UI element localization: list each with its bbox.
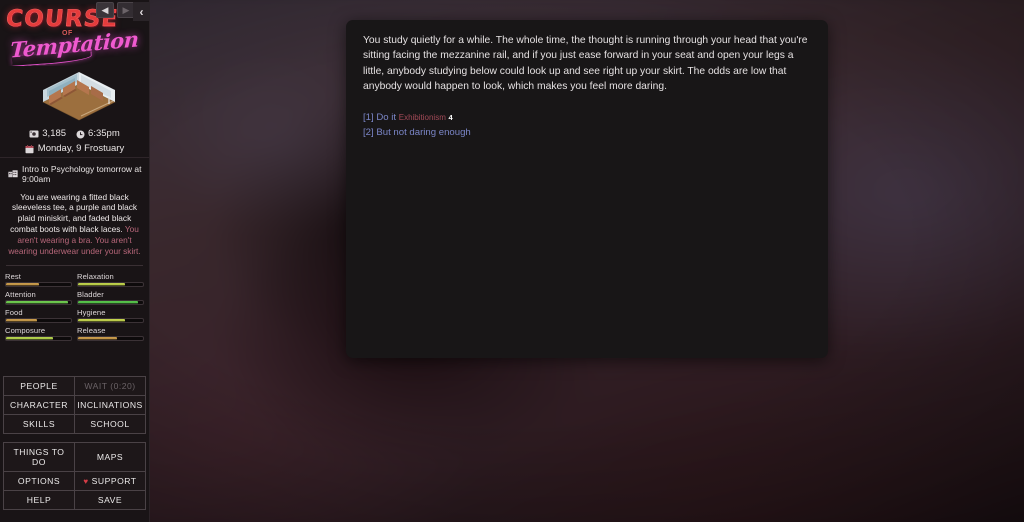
menu-school[interactable]: SCHOOL <box>75 415 146 434</box>
menu-wait: WAIT (0:20) <box>75 377 146 396</box>
menu-help[interactable]: HELP <box>4 491 75 510</box>
menu-things-to-do[interactable]: THINGS TO DO <box>4 443 75 472</box>
money-value: 3,185 <box>42 128 67 139</box>
clothing-description: You are wearing a fitted black sleeveles… <box>0 189 149 264</box>
stat-hygiene: Hygiene <box>77 308 144 324</box>
date-value: Monday, 9 Frostuary <box>37 143 125 155</box>
stat-fill <box>78 319 125 323</box>
money-icon <box>29 130 39 139</box>
stat-bars: Rest Relaxation Attention Bladder Food H… <box>0 268 149 347</box>
menu-character[interactable]: CHARACTER <box>4 396 75 415</box>
stat-label: Relaxation <box>77 272 114 282</box>
sidebar-menus: PEOPLE WAIT (0:20) CHARACTER INCLINATION… <box>0 376 149 522</box>
collapse-sidebar-chevron-left-icon[interactable]: ‹ <box>133 2 150 21</box>
history-nav: ◀ ▶ <box>96 2 135 18</box>
upcoming-event: Intro to Psychology tomorrow at 9:00am <box>0 156 149 189</box>
choice-list: [1] Do it Exhibitionism 4 [2] But not da… <box>363 110 811 140</box>
menu-options[interactable]: OPTIONS <box>4 472 75 491</box>
stat-track <box>5 318 72 324</box>
stat-track <box>77 282 144 288</box>
menu-inclinations[interactable]: INCLINATIONS <box>75 396 146 415</box>
stat-fill <box>6 337 54 341</box>
stat-label: Food <box>5 308 23 318</box>
heart-icon: ♥ <box>83 476 89 486</box>
stat-fill <box>78 337 117 341</box>
stat-label: Hygiene <box>77 308 106 318</box>
game-window: COURSE OF Temptation 3,185 6:35pm Monday… <box>0 0 1024 522</box>
stat-label: Release <box>77 326 106 336</box>
menu-save[interactable]: SAVE <box>75 491 146 510</box>
choice-1-tag-value: 4 <box>448 112 453 122</box>
stat-relaxation: Relaxation <box>77 272 144 288</box>
left-sidebar: COURSE OF Temptation 3,185 6:35pm Monday… <box>0 0 150 522</box>
choice-1[interactable]: [1] Do it Exhibitionism 4 <box>363 110 811 125</box>
stat-release: Release <box>77 326 144 342</box>
stat-label: Composure <box>5 326 46 336</box>
school-icon <box>8 169 18 178</box>
time-value: 6:35pm <box>88 128 120 139</box>
stat-fill <box>6 301 68 305</box>
date-stat: Monday, 9 Frostuary <box>25 142 124 156</box>
story-panel: You study quietly for a while. The whole… <box>346 20 828 358</box>
time-stat: 6:35pm <box>75 127 120 141</box>
stat-track <box>77 336 144 342</box>
back-arrow-icon[interactable]: ◀ <box>96 2 114 18</box>
stat-track <box>5 336 72 342</box>
calendar-icon <box>25 144 35 154</box>
stat-bladder: Bladder <box>77 290 144 306</box>
choice-2[interactable]: [2] But not daring enough <box>363 125 811 140</box>
menu-skills[interactable]: SKILLS <box>4 415 75 434</box>
choice-2-label: [2] But not daring enough <box>363 126 471 138</box>
choice-1-tag: Exhibitionism <box>398 112 446 122</box>
stat-rest: Rest <box>5 272 72 288</box>
stat-label: Rest <box>5 272 22 282</box>
stat-fill <box>78 283 126 287</box>
stat-fill <box>6 319 38 323</box>
choice-1-label: [1] Do it <box>363 111 397 123</box>
menu-people[interactable]: PEOPLE <box>4 377 75 396</box>
stat-composure: Composure <box>5 326 72 342</box>
primary-menu: PEOPLE WAIT (0:20) CHARACTER INCLINATION… <box>3 376 146 434</box>
menu-maps[interactable]: MAPS <box>75 443 146 472</box>
clock-icon <box>75 130 85 139</box>
sidebar-scroll-area: COURSE OF Temptation 3,185 6:35pm Monday… <box>0 0 149 376</box>
divider <box>6 265 143 267</box>
menu-support[interactable]: ♥ SUPPORT <box>75 472 146 491</box>
menu-support-label: SUPPORT <box>91 476 137 486</box>
stat-label: Attention <box>5 290 36 300</box>
status-meta: 3,185 6:35pm Monday, 9 Frostuary <box>0 124 149 157</box>
stat-food: Food <box>5 308 72 324</box>
stat-fill <box>6 283 39 287</box>
room-illustration <box>0 66 149 124</box>
stat-track <box>5 300 72 306</box>
stat-fill <box>78 301 139 305</box>
stat-track <box>5 282 72 288</box>
story-text: You study quietly for a while. The whole… <box>363 35 808 93</box>
stat-track <box>77 300 144 306</box>
money-stat: 3,185 <box>29 127 66 141</box>
secondary-menu: THINGS TO DO MAPS OPTIONS ♥ SUPPORT HELP… <box>3 442 146 510</box>
stat-track <box>77 318 144 324</box>
event-text: Intro to Psychology tomorrow at 9:00am <box>22 163 142 184</box>
stat-label: Bladder <box>77 290 104 300</box>
stat-attention: Attention <box>5 290 72 306</box>
clothing-normal-text: You are wearing a fitted black sleeveles… <box>10 191 137 235</box>
